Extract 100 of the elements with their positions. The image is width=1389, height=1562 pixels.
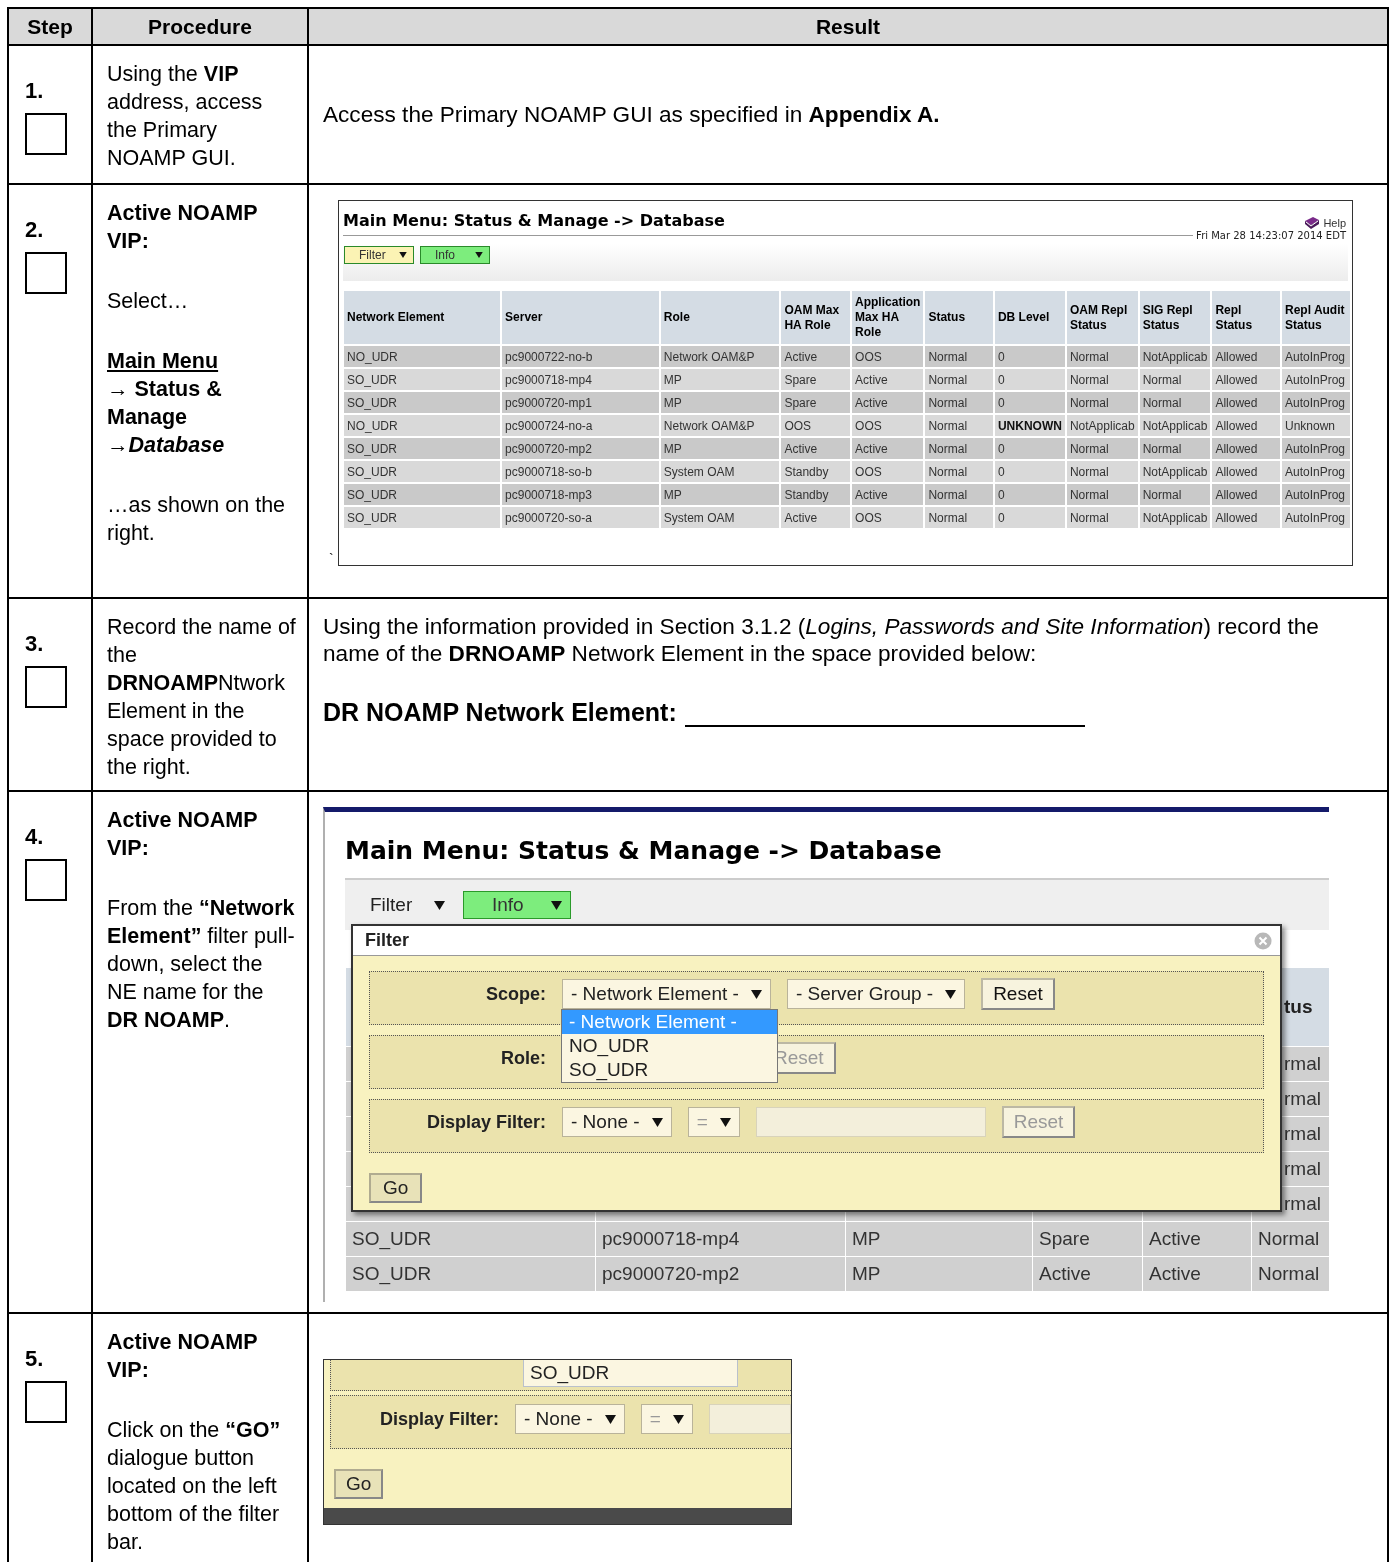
table-cell: Normal [1252,1257,1329,1291]
table-cell: Active [852,484,924,505]
column-header: Role [660,291,780,344]
table-cell: AutoInProg [1282,507,1350,528]
procedure-heading: Active NOAMP VIP: [107,200,259,255]
table-cell: Normal [925,369,993,390]
caret-icon [604,1414,616,1424]
table-cell: Standby [781,461,851,482]
table-cell: MP [846,1257,1032,1291]
table-cell: AutoInProg [1282,461,1350,482]
column-header: SIG Repl Status [1139,291,1211,344]
column-header: Result [309,9,1389,46]
column-header: Status [925,291,993,344]
table-cell: Active [781,507,851,528]
toolbar-button[interactable]: Filter [345,891,463,919]
table-cell: Normal [1066,438,1138,459]
caret-icon [719,1117,731,1127]
table-cell: Active [852,438,924,459]
table-cell: SO_UDR [346,1257,595,1291]
table-cell: OOS [781,415,851,436]
caret-icon [434,900,445,910]
table-cell: Unknown [1282,415,1350,436]
table-cell: MP [660,484,780,505]
table-cell: pc9000724-no-a [502,415,659,436]
table-cell: Normal [1066,392,1138,413]
caret-icon [945,989,957,999]
table-cell: Network OAM&P [660,346,780,367]
table-cell: Normal [1139,484,1211,505]
table-cell: Allowed [1212,415,1280,436]
table-cell: MP [846,1222,1032,1256]
table-cell: Active [1033,1257,1142,1291]
table-cell: System OAM [660,507,780,528]
table-cell: SO_UDR [344,369,501,390]
select-field[interactable]: - Network Element - [562,979,771,1009]
table-cell: Normal [925,461,993,482]
procedure-text: Select… [107,288,190,315]
table-cell: AutoInProg [1282,438,1350,459]
table-cell: Allowed [1212,484,1280,505]
table-cell: OOS [852,507,924,528]
table-cell: Active [852,392,924,413]
procedure-text: Record the name of the DRNOAMPNtwork Element in the space provided to the right. [107,614,297,781]
column-header: Repl Audit Status [1282,291,1350,344]
table-cell: Active [781,438,851,459]
toolbar-button[interactable]: Filter [344,246,414,264]
column-header: Application Max HA Role [852,291,924,344]
column-header: OAM Max HA Role [781,291,851,344]
table-cell: Normal [1139,369,1211,390]
filter-label: Display Filter: [425,1111,546,1133]
procedure-text: Using the VIP address, access the Primary NOAMP GUI. [107,61,264,172]
go-button[interactable]: Go [369,1173,423,1203]
procedure-text: Click on the “GO” dialogue button located on the left bottom of the filter bar. [107,1417,282,1556]
table-cell: Spare [781,392,851,413]
table-cell: Network OAM&P [660,415,780,436]
table-cell: SO_UDR [344,461,501,482]
table-cell: pc9000720-so-a [502,507,659,528]
select-field[interactable]: - Server Group - [786,979,966,1009]
table-cell: Active [852,369,924,390]
stray-mark: ` [329,552,335,566]
table-cell: 0 [994,461,1065,482]
select-field[interactable]: - None - [562,1107,672,1137]
filter-label: Role: [500,1047,546,1069]
table-cell: MP [660,369,780,390]
table-cell: Active [781,346,851,367]
table-cell: pc9000718-mp4 [502,369,659,390]
table-cell: 0 [994,438,1065,459]
table-cell: NotApplicab [1139,461,1211,482]
reset-button[interactable]: Reset [981,978,1055,1010]
table-cell: 0 [994,392,1065,413]
table-cell: NotApplicab [1066,415,1138,436]
toolbar-button[interactable]: Info [463,891,571,919]
menu-path-item: Main Menu [107,348,220,375]
table-cell: pc9000718-mp4 [596,1222,845,1256]
table-cell: AutoInProg [1282,392,1350,413]
table-cell: Allowed [1212,392,1280,413]
select-field[interactable]: - None - [515,1404,625,1434]
help-link[interactable]: Help [1323,217,1346,229]
table-cell: Normal [1066,507,1138,528]
go-button[interactable]: Go [334,1469,384,1499]
checkbox[interactable] [25,859,67,901]
toolbar-button[interactable]: Info [420,246,490,264]
step-number: 5. [25,1347,45,1371]
table-cell: AutoInProg [1282,484,1350,505]
table-cell: MP [660,392,780,413]
procedure-text: From the “Network Element” filter pull-down, select the NE name for the DR NOAMP. [107,895,296,1034]
checkbox[interactable] [25,1381,67,1423]
table-cell: SO_UDR [344,484,501,505]
select-field[interactable]: SO_UDR [523,1360,738,1387]
table-cell: SO_UDR [344,507,501,528]
checkbox[interactable] [25,666,67,708]
timestamp: Fri Mar 28 14:23:07 2014 EDT [1196,230,1346,241]
step-number: 3. [25,632,45,656]
checkbox[interactable] [25,252,67,294]
table-cell: SO_UDR [344,438,501,459]
caret-icon [475,252,483,258]
checkbox[interactable] [25,113,67,155]
table-cell: Allowed [1212,346,1280,367]
table-cell: pc9000720-mp2 [596,1257,845,1291]
table-cell: AutoInProg [1282,369,1350,390]
table-cell: pc9000720-mp1 [502,392,659,413]
table-cell: Allowed [1212,507,1280,528]
